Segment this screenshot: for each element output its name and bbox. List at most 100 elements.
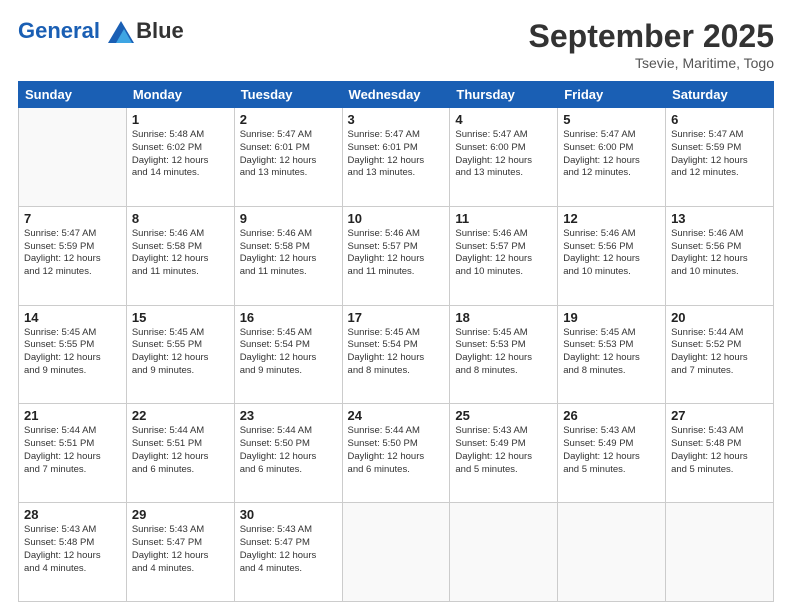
day-number: 13 — [671, 211, 768, 226]
day-number: 6 — [671, 112, 768, 127]
weekday-header-friday: Friday — [558, 82, 666, 108]
calendar-cell — [342, 503, 450, 602]
day-info: Sunrise: 5:43 AMSunset: 5:49 PMDaylight:… — [563, 425, 660, 476]
day-info: Sunrise: 5:43 AMSunset: 5:48 PMDaylight:… — [671, 425, 768, 476]
calendar-week-5: 28 Sunrise: 5:43 AMSunset: 5:48 PMDayligh… — [19, 503, 774, 602]
calendar-table: SundayMondayTuesdayWednesdayThursdayFrid… — [18, 81, 774, 602]
calendar-cell: 12 Sunrise: 5:46 AMSunset: 5:56 PMDayligh… — [558, 206, 666, 305]
logo-blue: Blue — [136, 18, 184, 44]
calendar-cell: 29Sunrise: 5:43 AMSunset: 5:47 PMDayligh… — [126, 503, 234, 602]
day-number: 17 — [348, 310, 445, 325]
day-number: 11 — [455, 211, 552, 226]
calendar-cell: 16 Sunrise: 5:45 AMSunset: 5:54 PMDayligh… — [234, 305, 342, 404]
calendar-cell: 19Sunrise: 5:45 AMSunset: 5:53 PMDayligh… — [558, 305, 666, 404]
weekday-header-sunday: Sunday — [19, 82, 127, 108]
weekday-header-thursday: Thursday — [450, 82, 558, 108]
calendar-cell: 8Sunrise: 5:46 AMSunset: 5:58 PMDaylight… — [126, 206, 234, 305]
calendar-cell: 28 Sunrise: 5:43 AMSunset: 5:48 PMDayligh… — [19, 503, 127, 602]
calendar-cell: 17 Sunrise: 5:45 AMSunset: 5:54 PMDayligh… — [342, 305, 450, 404]
day-number: 22 — [132, 408, 229, 423]
day-number: 2 — [240, 112, 337, 127]
calendar-cell — [558, 503, 666, 602]
day-info: Sunrise: 5:46 AMSunset: 5:58 PMDaylight:… — [240, 228, 337, 279]
day-number: 25 — [455, 408, 552, 423]
day-number: 4 — [455, 112, 552, 127]
day-info: Sunrise: 5:48 AMSunset: 6:02 PMDaylight:… — [132, 129, 229, 180]
calendar-cell: 25Sunrise: 5:43 AMSunset: 5:49 PMDayligh… — [450, 404, 558, 503]
calendar-cell — [19, 108, 127, 207]
day-number: 12 — [563, 211, 660, 226]
calendar-cell: 3Sunrise: 5:47 AMSunset: 6:01 PMDaylight… — [342, 108, 450, 207]
day-number: 5 — [563, 112, 660, 127]
day-info: Sunrise: 5:47 AMSunset: 6:00 PMDaylight:… — [455, 129, 552, 180]
day-info: Sunrise: 5:45 AMSunset: 5:55 PMDaylight:… — [24, 327, 121, 378]
day-number: 16 — [240, 310, 337, 325]
calendar-cell — [666, 503, 774, 602]
calendar-cell: 24 Sunrise: 5:44 AMSunset: 5:50 PMDayligh… — [342, 404, 450, 503]
calendar-cell: 18 Sunrise: 5:45 AMSunset: 5:53 PMDayligh… — [450, 305, 558, 404]
day-number: 14 — [24, 310, 121, 325]
weekday-header-saturday: Saturday — [666, 82, 774, 108]
day-info: Sunrise: 5:43 AMSunset: 5:48 PMDaylight:… — [24, 524, 121, 575]
day-number: 20 — [671, 310, 768, 325]
day-info: Sunrise: 5:45 AMSunset: 5:55 PMDaylight:… — [132, 327, 229, 378]
day-info: Sunrise: 5:45 AMSunset: 5:53 PMDaylight:… — [455, 327, 552, 378]
day-number: 10 — [348, 211, 445, 226]
day-info: Sunrise: 5:45 AMSunset: 5:53 PMDaylight:… — [563, 327, 660, 378]
calendar-cell: 11 Sunrise: 5:46 AMSunset: 5:57 PMDayligh… — [450, 206, 558, 305]
calendar-cell: 5Sunrise: 5:47 AMSunset: 6:00 PMDaylight… — [558, 108, 666, 207]
day-number: 18 — [455, 310, 552, 325]
calendar-cell: 1 Sunrise: 5:48 AMSunset: 6:02 PMDaylight… — [126, 108, 234, 207]
day-info: Sunrise: 5:46 AMSunset: 5:58 PMDaylight:… — [132, 228, 229, 279]
subtitle: Tsevie, Maritime, Togo — [529, 55, 774, 71]
main-title: September 2025 — [529, 18, 774, 55]
calendar-cell: 9 Sunrise: 5:46 AMSunset: 5:58 PMDaylight… — [234, 206, 342, 305]
calendar-week-1: 1 Sunrise: 5:48 AMSunset: 6:02 PMDaylight… — [19, 108, 774, 207]
day-info: Sunrise: 5:45 AMSunset: 5:54 PMDaylight:… — [240, 327, 337, 378]
day-number: 21 — [24, 408, 121, 423]
calendar-cell: 21 Sunrise: 5:44 AMSunset: 5:51 PMDayligh… — [19, 404, 127, 503]
calendar-cell: 7Sunrise: 5:47 AMSunset: 5:59 PMDaylight… — [19, 206, 127, 305]
calendar-cell: 13Sunrise: 5:46 AMSunset: 5:56 PMDayligh… — [666, 206, 774, 305]
calendar-week-3: 14 Sunrise: 5:45 AMSunset: 5:55 PMDayligh… — [19, 305, 774, 404]
logo-icon — [108, 21, 134, 43]
calendar-header-row: SundayMondayTuesdayWednesdayThursdayFrid… — [19, 82, 774, 108]
day-number: 26 — [563, 408, 660, 423]
calendar-cell: 22 Sunrise: 5:44 AMSunset: 5:51 PMDayligh… — [126, 404, 234, 503]
day-info: Sunrise: 5:44 AMSunset: 5:50 PMDaylight:… — [240, 425, 337, 476]
day-info: Sunrise: 5:44 AMSunset: 5:51 PMDaylight:… — [132, 425, 229, 476]
day-info: Sunrise: 5:45 AMSunset: 5:54 PMDaylight:… — [348, 327, 445, 378]
day-info: Sunrise: 5:44 AMSunset: 5:51 PMDaylight:… — [24, 425, 121, 476]
day-number: 23 — [240, 408, 337, 423]
day-info: Sunrise: 5:46 AMSunset: 5:57 PMDaylight:… — [455, 228, 552, 279]
calendar-cell: 14 Sunrise: 5:45 AMSunset: 5:55 PMDayligh… — [19, 305, 127, 404]
day-number: 1 — [132, 112, 229, 127]
calendar-cell: 23 Sunrise: 5:44 AMSunset: 5:50 PMDayligh… — [234, 404, 342, 503]
day-info: Sunrise: 5:47 AMSunset: 5:59 PMDaylight:… — [671, 129, 768, 180]
calendar-cell: 10Sunrise: 5:46 AMSunset: 5:57 PMDayligh… — [342, 206, 450, 305]
day-number: 27 — [671, 408, 768, 423]
calendar-cell: 27 Sunrise: 5:43 AMSunset: 5:48 PMDayligh… — [666, 404, 774, 503]
header: General Blue September 2025 Tsevie, Mari… — [18, 18, 774, 71]
calendar-cell: 15 Sunrise: 5:45 AMSunset: 5:55 PMDayligh… — [126, 305, 234, 404]
day-info: Sunrise: 5:44 AMSunset: 5:50 PMDaylight:… — [348, 425, 445, 476]
day-info: Sunrise: 5:47 AMSunset: 6:01 PMDaylight:… — [240, 129, 337, 180]
day-number: 28 — [24, 507, 121, 522]
calendar-cell — [450, 503, 558, 602]
day-info: Sunrise: 5:44 AMSunset: 5:52 PMDaylight:… — [671, 327, 768, 378]
day-number: 24 — [348, 408, 445, 423]
calendar-week-2: 7Sunrise: 5:47 AMSunset: 5:59 PMDaylight… — [19, 206, 774, 305]
day-info: Sunrise: 5:47 AMSunset: 5:59 PMDaylight:… — [24, 228, 121, 279]
weekday-header-wednesday: Wednesday — [342, 82, 450, 108]
logo-general: General — [18, 18, 100, 43]
calendar-cell: 30Sunrise: 5:43 AMSunset: 5:47 PMDayligh… — [234, 503, 342, 602]
day-number: 15 — [132, 310, 229, 325]
day-info: Sunrise: 5:43 AMSunset: 5:47 PMDaylight:… — [132, 524, 229, 575]
day-info: Sunrise: 5:46 AMSunset: 5:56 PMDaylight:… — [563, 228, 660, 279]
calendar-week-4: 21 Sunrise: 5:44 AMSunset: 5:51 PMDayligh… — [19, 404, 774, 503]
calendar-cell: 4 Sunrise: 5:47 AMSunset: 6:00 PMDaylight… — [450, 108, 558, 207]
day-number: 30 — [240, 507, 337, 522]
weekday-header-tuesday: Tuesday — [234, 82, 342, 108]
calendar-cell: 20 Sunrise: 5:44 AMSunset: 5:52 PMDayligh… — [666, 305, 774, 404]
day-number: 9 — [240, 211, 337, 226]
